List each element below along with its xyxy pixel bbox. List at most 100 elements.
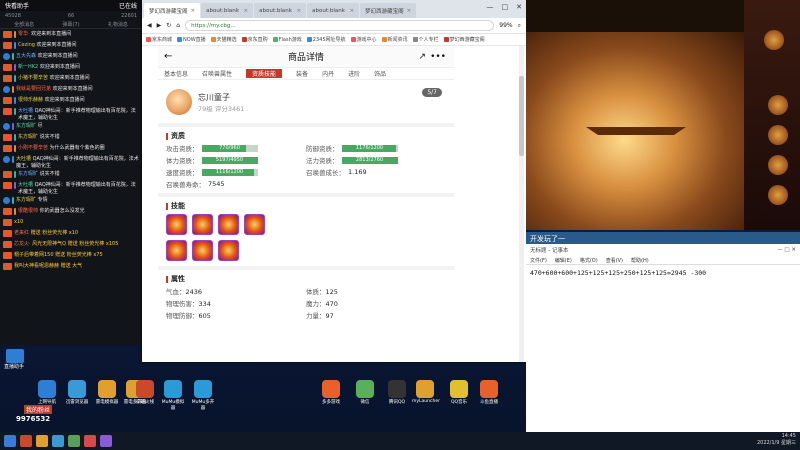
chat-username[interactable]: 小刚不要辛苦 [18,145,48,151]
desktop-icon[interactable]: 穿越火线 [132,380,158,405]
live-assistant-icon[interactable] [6,349,24,363]
chat-username[interactable]: 大吐槽 [16,156,31,162]
bookmark-item[interactable]: 游戏中心 [350,36,377,43]
chat-username[interactable]: 东方瑕旷 [18,171,38,177]
detail-tab[interactable]: 召唤兽属性 [202,69,232,78]
chat-username[interactable]: 五大先森 [16,53,36,59]
chat-username[interactable]: 很酷很帅 [18,208,38,214]
game-skill-icon[interactable] [768,125,788,145]
pet-skill-icon[interactable] [218,214,239,235]
bookmark-item[interactable]: NOW直播 [177,36,206,43]
pet-skill-icon[interactable] [192,214,213,235]
bookmark-item[interactable]: 2345网址导航 [306,36,346,43]
chat-tab-all[interactable]: 全部消息 [14,21,34,28]
notepad-menu-item[interactable]: 帮助(H) [631,257,649,264]
gift-sender[interactable]: 芯龙火· [14,241,31,247]
chat-username[interactable]: 东方瑕旷 [18,134,38,140]
browser-tab[interactable]: about:blank × [254,3,307,18]
browser-tab[interactable]: 梦幻西游藏宝阁 × [360,3,417,18]
desktop-icon[interactable]: 腾讯QQ [384,380,410,405]
desktop-icon[interactable]: myLauncher [412,380,440,404]
scrollbar-thumb[interactable] [519,76,524,156]
chat-username[interactable]: 东方瑕旷 [16,197,36,203]
bookmark-item[interactable]: 京东商城 [146,36,172,43]
share-icon[interactable]: ↗ [418,52,426,62]
pet-skill-icon[interactable] [218,240,239,261]
detail-tab[interactable]: 进阶 [348,69,360,78]
system-tray[interactable]: 14:45 2022/1/9 星期三 [757,433,796,447]
page-scrollbar[interactable] [519,46,524,362]
desktop-icon[interactable]: 多多游戏 [318,380,344,405]
bookmark-item[interactable]: 个人专栏 [412,36,439,43]
desktop-icon[interactable]: MuMu多开器 [190,380,216,411]
notepad-text-area[interactable]: 470+600+600+125+125+125+250+125+125=2945… [526,265,800,281]
gift-sender[interactable]: 老来红 [14,230,29,236]
zoom-level[interactable]: 99% [499,22,512,29]
taskbar-app-icon[interactable] [20,435,32,447]
notepad-menu-item[interactable]: 文件(F) [530,257,547,264]
chat-username[interactable]: 东方瑕旷 [16,123,36,129]
browser-tab[interactable]: about:blank × [201,3,254,18]
bookmark-item[interactable]: 天猫精选 [210,36,237,43]
refresh-icon[interactable]: ↻ [166,22,171,29]
close-icon[interactable]: × [191,8,196,14]
pet-skill-icon[interactable] [244,214,265,235]
chat-tab-gifts[interactable]: 礼物消息 [108,21,128,28]
taskbar-app-icon[interactable] [100,435,112,447]
game-skill-icon[interactable] [768,185,788,205]
chat-username[interactable]: 小猪不要辛苦 [18,75,48,81]
detail-tab[interactable]: 饰品 [374,69,386,78]
desktop-icon[interactable]: 雷电模拟器 [94,380,120,405]
close-icon[interactable]: × [244,8,249,14]
close-icon[interactable]: × [350,8,355,14]
notepad-menu-item[interactable]: 格式(O) [580,257,598,264]
chat-username[interactable]: 大吐槽 [18,182,33,188]
chat-username[interactable]: 大吐槽 [18,108,33,114]
game-skill-icon[interactable] [768,155,788,175]
close-window-icon[interactable]: ✕ [516,3,522,11]
chat-username[interactable]: Cezing [18,42,35,48]
chat-username[interactable]: 新一HK2 [18,64,38,70]
start-icon[interactable] [4,435,16,447]
chat-username[interactable]: 零华· [18,31,30,37]
browser-tab[interactable]: about:blank × [307,3,360,18]
detail-tab[interactable]: 装备 [296,69,308,78]
desktop-icon[interactable]: 上网导航 [34,380,60,405]
pet-skill-icon[interactable] [166,240,187,261]
chat-tab-danmu[interactable]: 弹幕(7) [62,21,79,28]
desktop-icon[interactable]: MuMu模拟器 [160,380,186,411]
detail-tab[interactable]: 资质技能 [246,69,283,78]
close-icon[interactable]: × [407,8,412,14]
bookmark-item[interactable]: 新闻资讯 [381,36,408,43]
notepad-menu-item[interactable]: 编辑(E) [555,257,572,264]
chat-username[interactable]: 很帅乐赫赫 [18,97,43,103]
bookmark-item[interactable]: 京东直购 [241,36,268,43]
more-icon[interactable]: ••• [430,52,446,62]
chat-username[interactable]: 我就是要回兄弟 [16,86,51,92]
close-icon[interactable]: × [297,8,302,14]
detail-tab[interactable]: 内丹 [322,69,334,78]
game-side-label[interactable]: 攻略 [777,253,787,260]
desktop-icon[interactable]: 微信 [352,380,378,405]
game-avatar-icon[interactable] [764,30,784,50]
desktop-icon[interactable]: QQ音乐 [446,380,472,405]
detail-tab[interactable]: 基本信息 [164,69,188,78]
taskbar-app-icon[interactable] [52,435,64,447]
game-skill-icon[interactable] [768,95,788,115]
taskbar-app-icon[interactable] [68,435,80,447]
forward-icon[interactable]: ▶ [157,22,162,29]
taskbar-app-icon[interactable] [84,435,96,447]
desktop-icon[interactable]: 斗鱼直播 [476,380,502,405]
home-icon[interactable]: ⌂ [176,22,180,29]
back-arrow-icon[interactable]: ← [164,51,172,62]
maximize-icon[interactable]: □ [502,3,509,11]
notepad-menu-item[interactable]: 查看(V) [606,257,623,264]
taskbar-app-icon[interactable] [36,435,48,447]
bookmark-item[interactable]: Flash游戏 [272,36,302,43]
browser-tab[interactable]: 梦幻西游藏宝阁 × [144,3,201,18]
url-field[interactable]: https://my.cbg... [185,20,495,31]
minimize-icon[interactable]: — [487,3,494,11]
pet-skill-icon[interactable] [166,214,187,235]
search-icon[interactable]: ⌕ [518,22,521,30]
back-icon[interactable]: ◀ [147,22,152,29]
